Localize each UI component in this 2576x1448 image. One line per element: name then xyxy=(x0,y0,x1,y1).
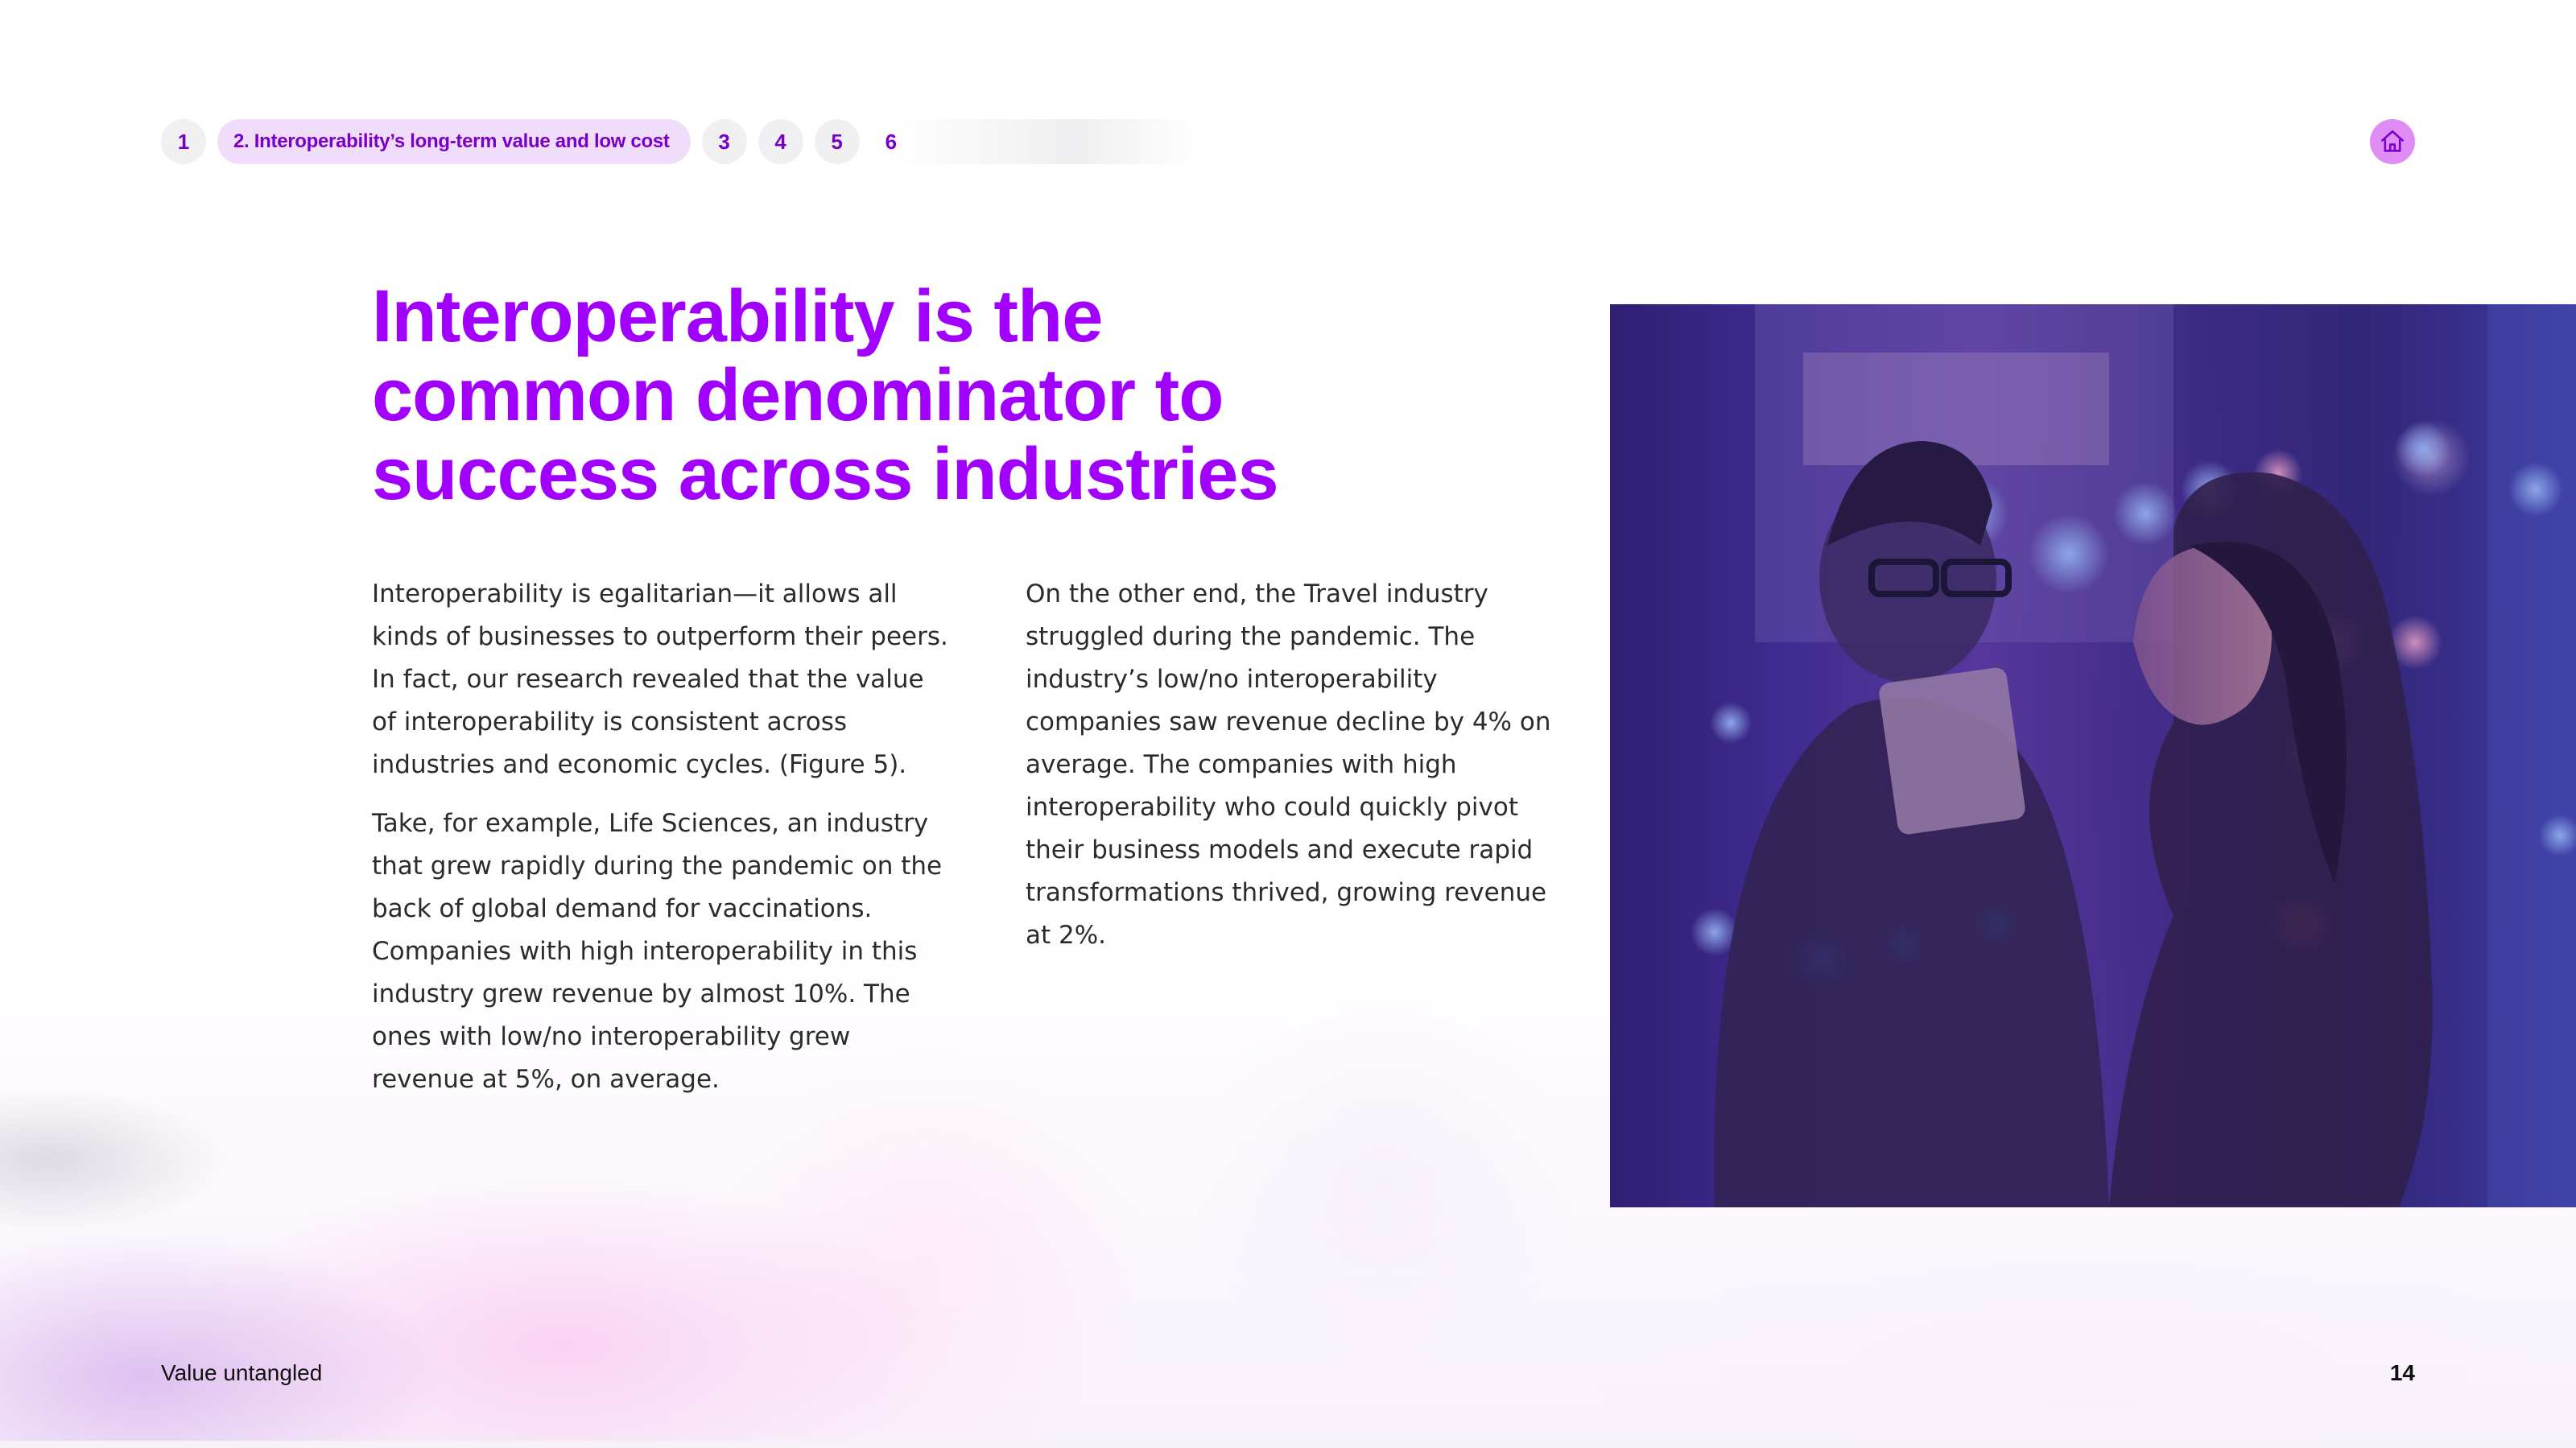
nav-item-2-active[interactable]: 2. Interoperability’s long-term value an… xyxy=(217,119,691,164)
photo-illustration xyxy=(1610,304,2576,1207)
page-title: Interoperability is the common denominat… xyxy=(372,277,1418,514)
home-icon xyxy=(2380,130,2405,152)
hero-photo xyxy=(1610,304,2576,1207)
nav-item-1[interactable]: 1 xyxy=(161,119,206,164)
home-button[interactable] xyxy=(2370,119,2415,164)
nav-item-6[interactable]: 6 xyxy=(871,119,968,164)
footer-document-title: Value untangled xyxy=(161,1360,323,1385)
background-shadow xyxy=(0,1071,338,1248)
paragraph-egalitarian: Interoperability is egalitarian—it allow… xyxy=(372,580,948,779)
section-nav: 1 2. Interoperability’s long-term value … xyxy=(161,119,1199,164)
body-column-right: On the other end, the Travel industry st… xyxy=(1026,573,1557,973)
bottom-band xyxy=(0,1441,2576,1448)
paragraph-travel: On the other end, the Travel industry st… xyxy=(1026,580,1551,950)
nav-item-3[interactable]: 3 xyxy=(701,119,747,164)
page: 1 2. Interoperability’s long-term value … xyxy=(0,0,2576,1448)
nav-item-5[interactable]: 5 xyxy=(814,119,860,164)
title-line-2: common denominator to xyxy=(372,354,1224,436)
paragraph-life-sciences: Take, for example, Life Sciences, an ind… xyxy=(372,809,943,1094)
title-line-3: success across industries xyxy=(372,433,1279,515)
title-line-1: Interoperability is the xyxy=(372,275,1103,357)
footer-page-number: 14 xyxy=(2389,1360,2415,1385)
nav-item-4[interactable]: 4 xyxy=(758,119,803,164)
body-column-left: Interoperability is egalitarian—it allow… xyxy=(372,573,952,1117)
